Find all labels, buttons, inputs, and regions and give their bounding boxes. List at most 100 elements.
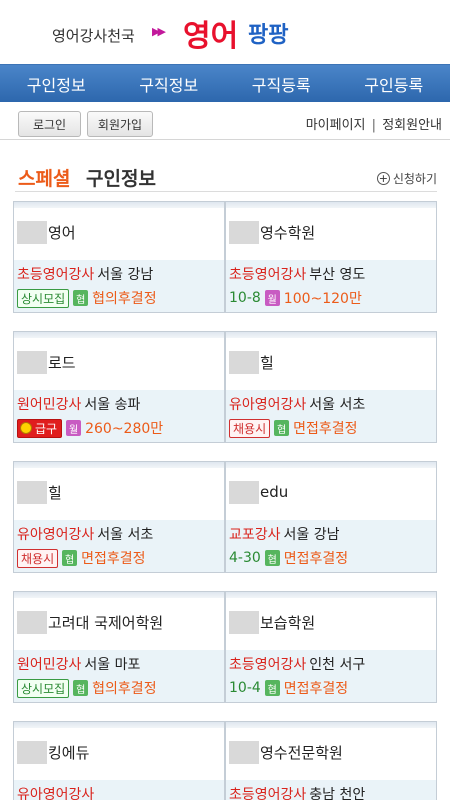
job-info: 유아영어강사 서울 서초 — [17, 524, 153, 544]
academy-name: 영어 — [48, 223, 76, 242]
card-name-row: 힐 — [17, 480, 62, 504]
job-card[interactable]: 힐 유아영어강사 서울 서초 채용시 협 면접후결정 — [225, 331, 437, 443]
redacted-name-block — [17, 610, 47, 634]
job-card[interactable]: 고려대 국제어학원 원어민강사 서울 마포 상시모집 협 협의후결정 — [13, 591, 225, 703]
recruit-badge: 상시모집 — [17, 288, 70, 308]
job-location: 서울 마포 — [84, 657, 141, 673]
redacted-name-block — [229, 610, 259, 634]
join-button[interactable]: 회원가입 — [87, 111, 153, 137]
logo-tagline: 영어강사천국 — [52, 27, 135, 45]
job-card[interactable]: 킹에듀 유아영어강사 — [13, 721, 225, 800]
recruit-badge: 상시모집 — [17, 678, 70, 698]
pay-info: 10-8 월 100~120만 — [229, 288, 362, 308]
hiring-badge: 채용시 — [17, 548, 59, 568]
job-card[interactable]: edu 교포강사 서울 강남 4-30 협 면접후결정 — [225, 461, 437, 573]
job-card[interactable]: 로드 원어민강사 서울 송파 급구 월 260~280만 — [13, 331, 225, 443]
mypage-link[interactable]: 마이페이지 — [306, 118, 366, 133]
pay-text: 면접후결정 — [283, 551, 349, 567]
job-info: 초등영어강사 부산 영도 — [229, 264, 365, 284]
pay-text: 협의후결정 — [92, 291, 157, 307]
card-name-row: 로드 — [17, 350, 76, 374]
job-info: 유아영어강사 — [17, 784, 97, 800]
card-name-row: edu — [229, 480, 288, 504]
card-top-strip — [14, 332, 224, 338]
account-bar: 로그인 회원가입 마이페이지 | 정회원안내 — [0, 102, 450, 140]
pay-text: 면접후결정 — [283, 681, 349, 697]
login-button[interactable]: 로그인 — [18, 111, 81, 137]
job-type: 유아영어강사 — [17, 527, 95, 543]
pay-info: 4-30 협 면접후결정 — [229, 548, 348, 568]
academy-name: 고려대 국제어학원 — [48, 613, 164, 632]
pay-text: 260~280만 — [85, 421, 164, 437]
card-top-strip — [14, 722, 224, 728]
pay-text: 면접후결정 — [81, 551, 146, 567]
logo-word-english[interactable]: 영어 — [183, 11, 238, 55]
redacted-name-block — [17, 740, 47, 764]
job-location: 서울 서초 — [97, 527, 154, 543]
job-info: 초등영어강사 서울 강남 — [17, 264, 153, 284]
pay-text: 협의후결정 — [92, 681, 157, 697]
nav-register-offer[interactable]: 구인등록 — [338, 65, 450, 102]
clock-icon — [20, 422, 32, 434]
pay-info: 급구 월 260~280만 — [17, 418, 163, 438]
card-top-strip — [14, 202, 224, 208]
job-card[interactable]: 영수학원 초등영어강사 부산 영도 10-8 월 100~120만 — [225, 201, 437, 313]
job-card[interactable]: 보습학원 초등영어강사 인천 서구 10-4 협 면접후결정 — [225, 591, 437, 703]
negotiable-icon: 협 — [264, 680, 280, 696]
apply-button[interactable]: + 신청하기 — [376, 170, 437, 187]
job-info: 유아영어강사 서울 서초 — [229, 394, 365, 414]
job-info: 교포강사 서울 강남 — [229, 524, 340, 544]
card-name-row: 고려대 국제어학원 — [17, 610, 163, 634]
redacted-name-block — [229, 220, 259, 244]
redacted-name-block — [17, 480, 47, 504]
main-nav: 구인정보 구직정보 구직등록 구인등록 — [0, 64, 450, 102]
card-top-strip — [14, 462, 224, 468]
member-info-link[interactable]: 정회원안내 — [382, 118, 442, 133]
academy-name: 힐 — [48, 483, 62, 502]
pay-info: 상시모집 협 협의후결정 — [17, 288, 157, 308]
job-location: 충남 천안 — [309, 787, 366, 800]
academy-name: 영수학원 — [260, 223, 316, 242]
job-info: 원어민강사 서울 송파 — [17, 394, 140, 414]
job-location: 서울 송파 — [84, 397, 141, 413]
job-type: 교포강사 — [229, 527, 281, 543]
job-card[interactable]: 영수전문학원 초등영어강사 충남 천안 — [225, 721, 437, 800]
academy-name: edu — [260, 483, 289, 501]
account-links: 마이페이지 | 정회원안내 — [306, 114, 442, 133]
card-name-row: 영수전문학원 — [229, 740, 343, 764]
card-top-strip — [226, 462, 436, 468]
card-top-strip — [226, 332, 436, 338]
card-top-strip — [14, 592, 224, 598]
deadline-date: 4-30 — [229, 550, 261, 566]
job-type: 초등영어강사 — [229, 787, 307, 800]
card-name-row: 힐 — [229, 350, 274, 374]
redacted-name-block — [229, 740, 259, 764]
logo-word-pangpang[interactable]: 팡팡 — [248, 17, 288, 49]
negotiable-icon: 협 — [73, 680, 89, 696]
nav-job-offers[interactable]: 구인정보 — [0, 65, 113, 102]
redacted-name-block — [17, 350, 47, 374]
deadline-date: 10-8 — [229, 290, 261, 306]
nav-job-seekers[interactable]: 구직정보 — [113, 65, 226, 102]
job-type: 초등영어강사 — [17, 267, 95, 283]
job-info: 원어민강사 서울 마포 — [17, 654, 140, 674]
job-location: 서울 강남 — [97, 267, 154, 283]
monthly-pay-icon: 월 — [264, 290, 280, 306]
negotiable-icon: 협 — [274, 420, 290, 436]
card-name-row: 킹에듀 — [17, 740, 89, 764]
job-location: 인천 서구 — [309, 657, 366, 673]
nav-register-seeker[interactable]: 구직등록 — [225, 65, 338, 102]
deadline-date: 10-4 — [229, 680, 261, 696]
card-name-row: 보습학원 — [229, 610, 315, 634]
card-name-row: 영수학원 — [229, 220, 315, 244]
job-card[interactable]: 영어 초등영어강사 서울 강남 상시모집 협 협의후결정 — [13, 201, 225, 313]
academy-name: 힐 — [260, 353, 274, 372]
job-card[interactable]: 힐 유아영어강사 서울 서초 채용시 협 면접후결정 — [13, 461, 225, 573]
section-title: 구인정보 — [86, 168, 156, 190]
logo-arrows-icon: ▶▶ — [152, 25, 166, 38]
pay-info: 상시모집 협 협의후결정 — [17, 678, 157, 698]
card-top-strip — [226, 722, 436, 728]
urgent-label: 급구 — [35, 421, 58, 436]
job-type: 유아영어강사 — [17, 787, 95, 800]
section-title-special: 스페셜 — [18, 168, 71, 190]
